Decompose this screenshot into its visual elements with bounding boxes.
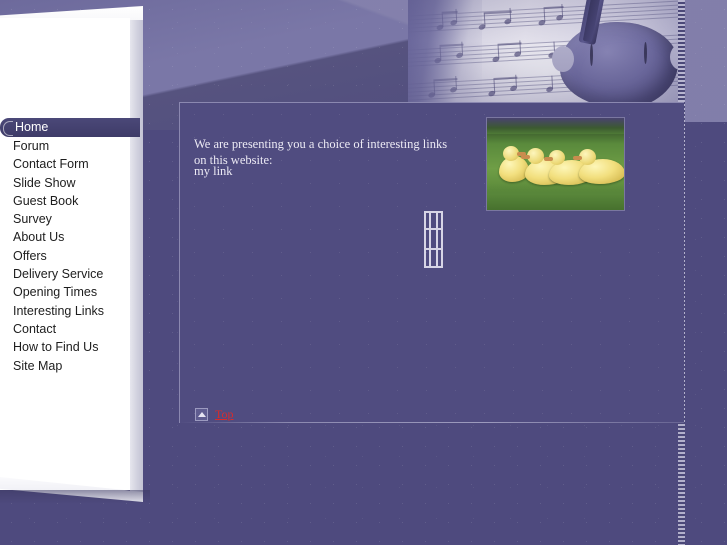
banner-purple-tint — [408, 0, 684, 103]
sidebar-item-label: Delivery Service — [13, 267, 104, 282]
sidebar-item-interesting-links[interactable]: Interesting Links — [0, 302, 150, 320]
sidebar-item-label: Contact — [13, 321, 57, 336]
sidebar-item-opening-times[interactable]: Opening Times — [0, 283, 150, 301]
sidebar-item-label: Slide Show — [13, 175, 76, 190]
ducklings-photo — [486, 117, 625, 211]
sidebar-item-survey[interactable]: Survey — [0, 210, 150, 228]
sidebar-item-site-map[interactable]: Site Map — [0, 357, 150, 375]
sidebar-item-label: Offers — [13, 248, 47, 263]
my-link[interactable]: my link — [194, 164, 233, 179]
main-navigation: Home Forum Contact Form Slide Show Guest… — [0, 118, 150, 375]
sidebar-item-label: Guest Book — [13, 193, 79, 208]
sidebar-item-contact-form[interactable]: Contact Form — [0, 155, 150, 173]
sidebar-item-label: How to Find Us — [13, 340, 99, 355]
sidebar-item-label: Site Map — [13, 358, 63, 373]
sidebar-item-home[interactable]: Home — [0, 118, 140, 137]
sidebar-item-label: Interesting Links — [13, 303, 105, 318]
footer-divider — [179, 422, 684, 423]
sidebar-item-label: About Us — [13, 230, 65, 245]
header-banner-image — [408, 0, 684, 103]
sidebar-item-label: Survey — [13, 212, 52, 227]
page-root: Home Forum Contact Form Slide Show Guest… — [0, 0, 727, 545]
top-link-label[interactable]: Top — [215, 407, 234, 422]
photo-grass-foreground — [487, 184, 624, 210]
sidebar-item-delivery-service[interactable]: Delivery Service — [0, 265, 150, 283]
sidebar-panel-shadow — [0, 490, 150, 504]
sidebar-item-label: Opening Times — [13, 285, 98, 300]
up-arrow-icon[interactable] — [195, 407, 208, 421]
sidebar-item-forum[interactable]: Forum — [0, 137, 150, 155]
sidebar-item-label: Contact Form — [13, 157, 89, 172]
sidebar-item-offers[interactable]: Offers — [0, 247, 150, 265]
banner-photo — [408, 0, 684, 103]
back-to-top-link[interactable]: Top — [195, 407, 234, 421]
sidebar-item-slide-show[interactable]: Slide Show — [0, 174, 150, 192]
sidebar-item-label: Home — [15, 120, 49, 134]
photo-horizon-band — [487, 118, 624, 134]
sidebar-item-how-to-find-us[interactable]: How to Find Us — [0, 338, 150, 356]
sidebar-item-contact[interactable]: Contact — [0, 320, 150, 338]
sidebar-item-about-us[interactable]: About Us — [0, 228, 150, 246]
broken-image-placeholder-icon — [424, 211, 443, 268]
sidebar-item-guest-book[interactable]: Guest Book — [0, 192, 150, 210]
sidebar-item-label: Forum — [13, 139, 50, 153]
